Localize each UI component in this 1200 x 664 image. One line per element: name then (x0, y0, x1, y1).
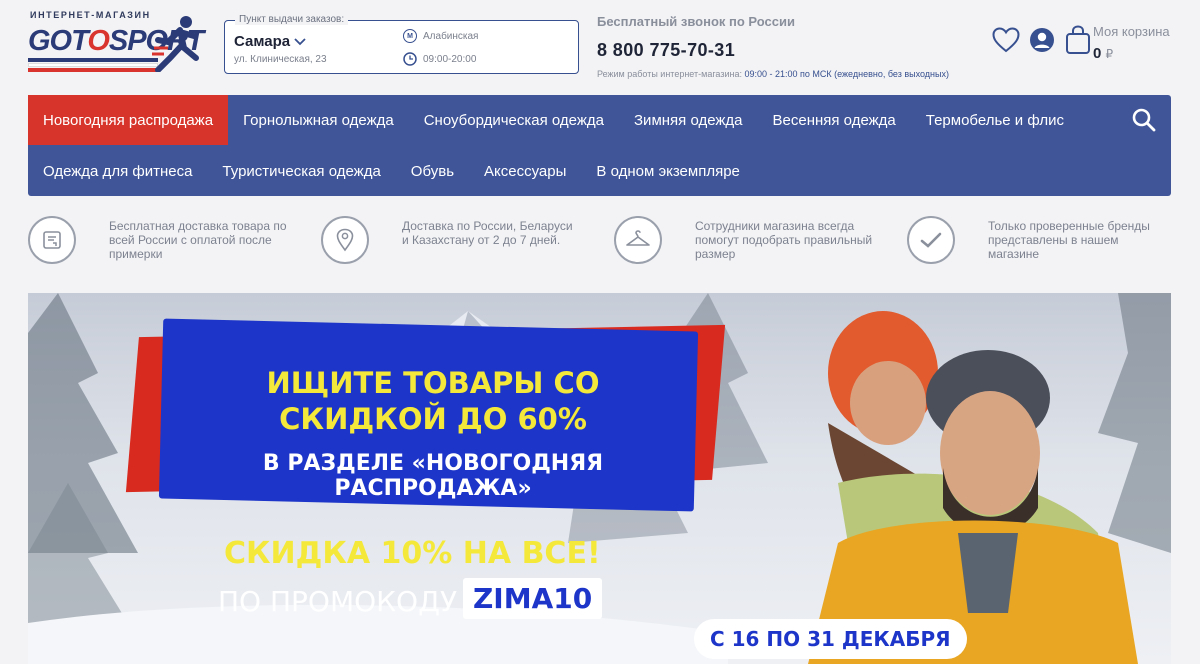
nav-item-winter-clothing[interactable]: Зимняя одежда (619, 95, 758, 145)
cart-button[interactable] (1064, 25, 1092, 54)
shopping-bag-icon (1066, 25, 1090, 54)
metro-icon: M (403, 29, 417, 43)
nav-item-thermal-fleece[interactable]: Термобелье и флис (911, 95, 1079, 145)
site-header: ИНТЕРНЕТ-МАГАЗИН GOTOSPORT Пункт выдачи … (0, 0, 1200, 95)
runner-icon (152, 16, 199, 72)
benefit-text: Только проверенные бренды представлены в… (988, 219, 1150, 261)
promo-banner[interactable]: ИЩИТЕ ТОВАРЫ СО СКИДКОЙ ДО 60% В РАЗДЕЛЕ… (28, 293, 1171, 664)
promo-code-label: ПО ПРОМОКОДУ (218, 585, 458, 618)
hanger-icon (614, 216, 662, 264)
clock-icon (403, 52, 417, 66)
benefit-text: Сотрудники магазина всегда помогут подоб… (695, 219, 873, 261)
nav-item-single-items[interactable]: В одном экземпляре (581, 146, 754, 196)
promo-headline-2: СКИДКОЙ ДО 60% (279, 402, 587, 436)
site-logo[interactable]: ИНТЕРНЕТ-МАГАЗИН GOTOSPORT (28, 10, 204, 74)
promo-discount: СКИДКА 10% НА ВСЕ! (224, 536, 601, 571)
benefits-strip: Бесплатная доставка товара по всей Росси… (28, 214, 1171, 270)
nav-item-new-year-sale[interactable]: Новогодняя распродажа (28, 95, 229, 145)
nav-item-ski-clothing[interactable]: Горнолыжная одежда (228, 95, 409, 145)
couple-photo (808, 311, 1138, 664)
promo-code: ZIMA10 (463, 578, 603, 619)
city-selector[interactable]: Самара (234, 33, 306, 50)
main-navigation: Новогодняя распродажа Горнолыжная одежда… (28, 95, 1171, 196)
logo-tagline: ИНТЕРНЕТ-МАГАЗИН (30, 10, 151, 20)
logo-stripes (28, 58, 158, 72)
call-title: Бесплатный звонок по России (597, 14, 795, 29)
pickup-hours: 09:00-20:00 (403, 52, 476, 66)
promo-headline-1: ИЩИТЕ ТОВАРЫ СО (266, 366, 600, 400)
delivery-box-icon (28, 216, 76, 264)
nav-item-footwear[interactable]: Обувь (396, 146, 469, 196)
search-icon[interactable] (1131, 107, 1157, 133)
cart-summary[interactable]: Моя корзина 0 ₽ (1093, 24, 1170, 62)
city-name: Самара (234, 33, 291, 50)
pickup-address: ул. Клиническая, 23 (234, 54, 327, 65)
pickup-legend: Пункт выдачи заказов: (235, 14, 349, 25)
call-block: Бесплатный звонок по России 8 800 775-70… (597, 14, 967, 79)
nav-item-accessories[interactable]: Аксессуары (469, 146, 581, 196)
checkmark-icon (907, 216, 955, 264)
pickup-point-selector[interactable]: Пункт выдачи заказов: Самара ул. Клиниче… (224, 14, 579, 74)
working-hours: Режим работы интернет-магазина: 09:00 - … (597, 69, 949, 79)
nav-item-fitness[interactable]: Одежда для фитнеса (28, 146, 207, 196)
cart-label: Моя корзина (1093, 24, 1170, 39)
nav-row-2: Одежда для фитнеса Туристическая одежда … (28, 146, 755, 196)
location-pin-icon (321, 216, 369, 264)
promo-subheadline: В РАЗДЕЛЕ «НОВОГОДНЯЯ РАСПРОДАЖА» (262, 451, 604, 501)
nav-item-spring-clothing[interactable]: Весенняя одежда (758, 95, 911, 145)
nav-item-snowboard-clothing[interactable]: Сноубордическая одежда (409, 95, 619, 145)
hours-value: 09:00-20:00 (423, 53, 477, 65)
phone-link[interactable]: 8 800 775-70-31 (597, 40, 967, 61)
chevron-down-icon (294, 37, 306, 45)
heart-icon (992, 27, 1020, 53)
cart-total: 0 ₽ (1093, 45, 1114, 62)
benefit-text: Доставка по России, Беларуси и Казахстан… (402, 219, 573, 247)
pickup-metro: M Алабинская (403, 29, 478, 43)
metro-name: Алабинская (423, 30, 479, 42)
favorites-button[interactable] (992, 26, 1020, 54)
promo-dates-badge: С 16 ПО 31 ДЕКАБРЯ (694, 619, 967, 659)
nav-row-1: Новогодняя распродажа Горнолыжная одежда… (28, 95, 1079, 145)
user-icon (1030, 28, 1054, 52)
header-icons (992, 25, 1092, 54)
benefit-text: Бесплатная доставка товара по всей Росси… (109, 219, 287, 261)
account-button[interactable] (1028, 26, 1056, 54)
nav-item-tourist[interactable]: Туристическая одежда (207, 146, 395, 196)
